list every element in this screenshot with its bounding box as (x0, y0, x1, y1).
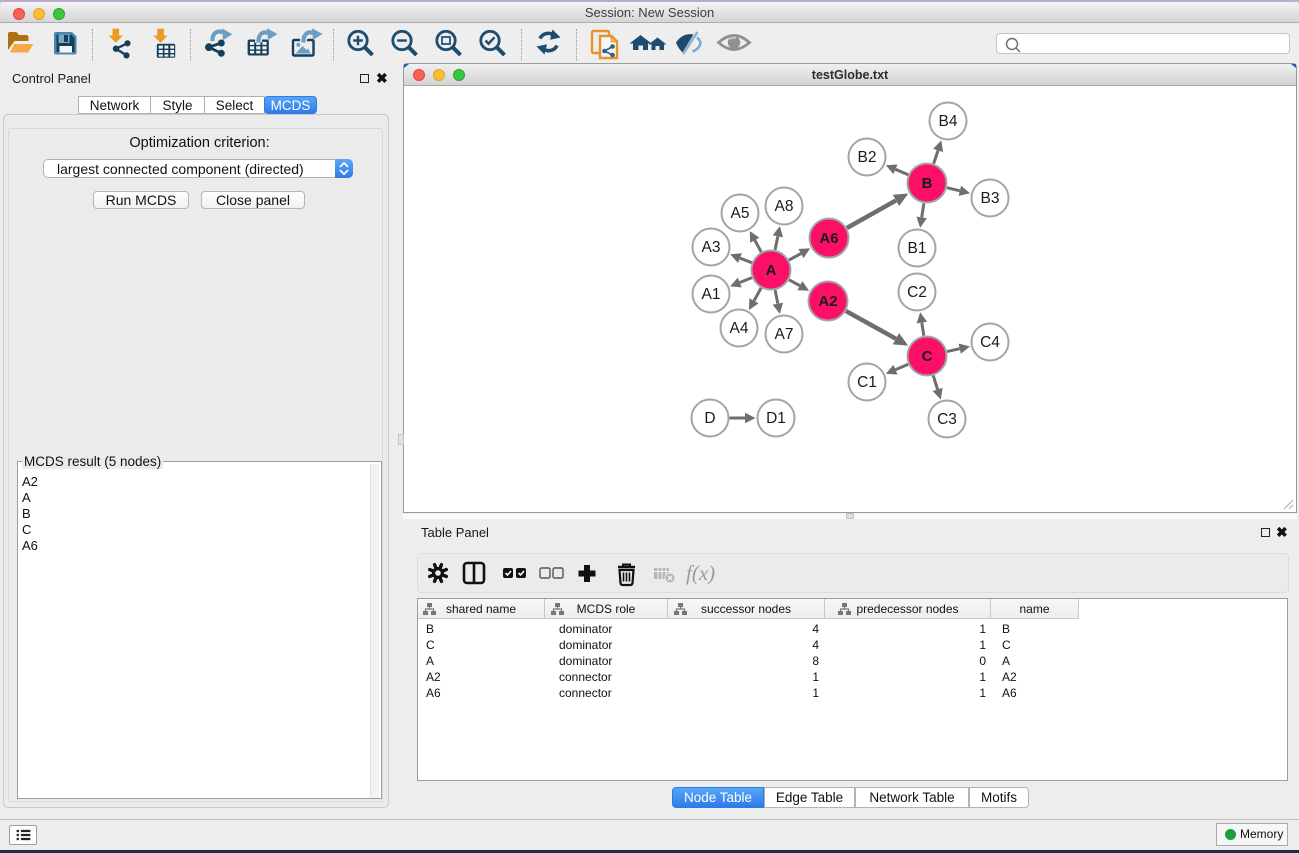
svg-text:A: A (766, 262, 777, 279)
svg-text:B2: B2 (858, 149, 877, 166)
svg-text:C1: C1 (857, 374, 877, 391)
svg-text:f(x): f(x) (686, 561, 715, 585)
svg-text:A7: A7 (775, 326, 794, 343)
svg-text:A6: A6 (819, 230, 838, 247)
svg-text:B: B (922, 175, 933, 192)
svg-text:A3: A3 (702, 239, 721, 256)
svg-text:B1: B1 (908, 240, 927, 257)
svg-text:B4: B4 (939, 113, 958, 130)
svg-text:C: C (922, 348, 933, 365)
svg-text:D1: D1 (766, 410, 786, 427)
svg-text:C4: C4 (980, 334, 1000, 351)
svg-text:A5: A5 (731, 205, 750, 222)
svg-text:C3: C3 (937, 411, 957, 428)
svg-text:C2: C2 (907, 284, 927, 301)
svg-text:A1: A1 (702, 286, 721, 303)
svg-text:A8: A8 (775, 198, 794, 215)
svg-text:B3: B3 (981, 190, 1000, 207)
svg-text:D: D (704, 410, 715, 427)
svg-text:A2: A2 (818, 293, 837, 310)
svg-text:A4: A4 (730, 320, 749, 337)
